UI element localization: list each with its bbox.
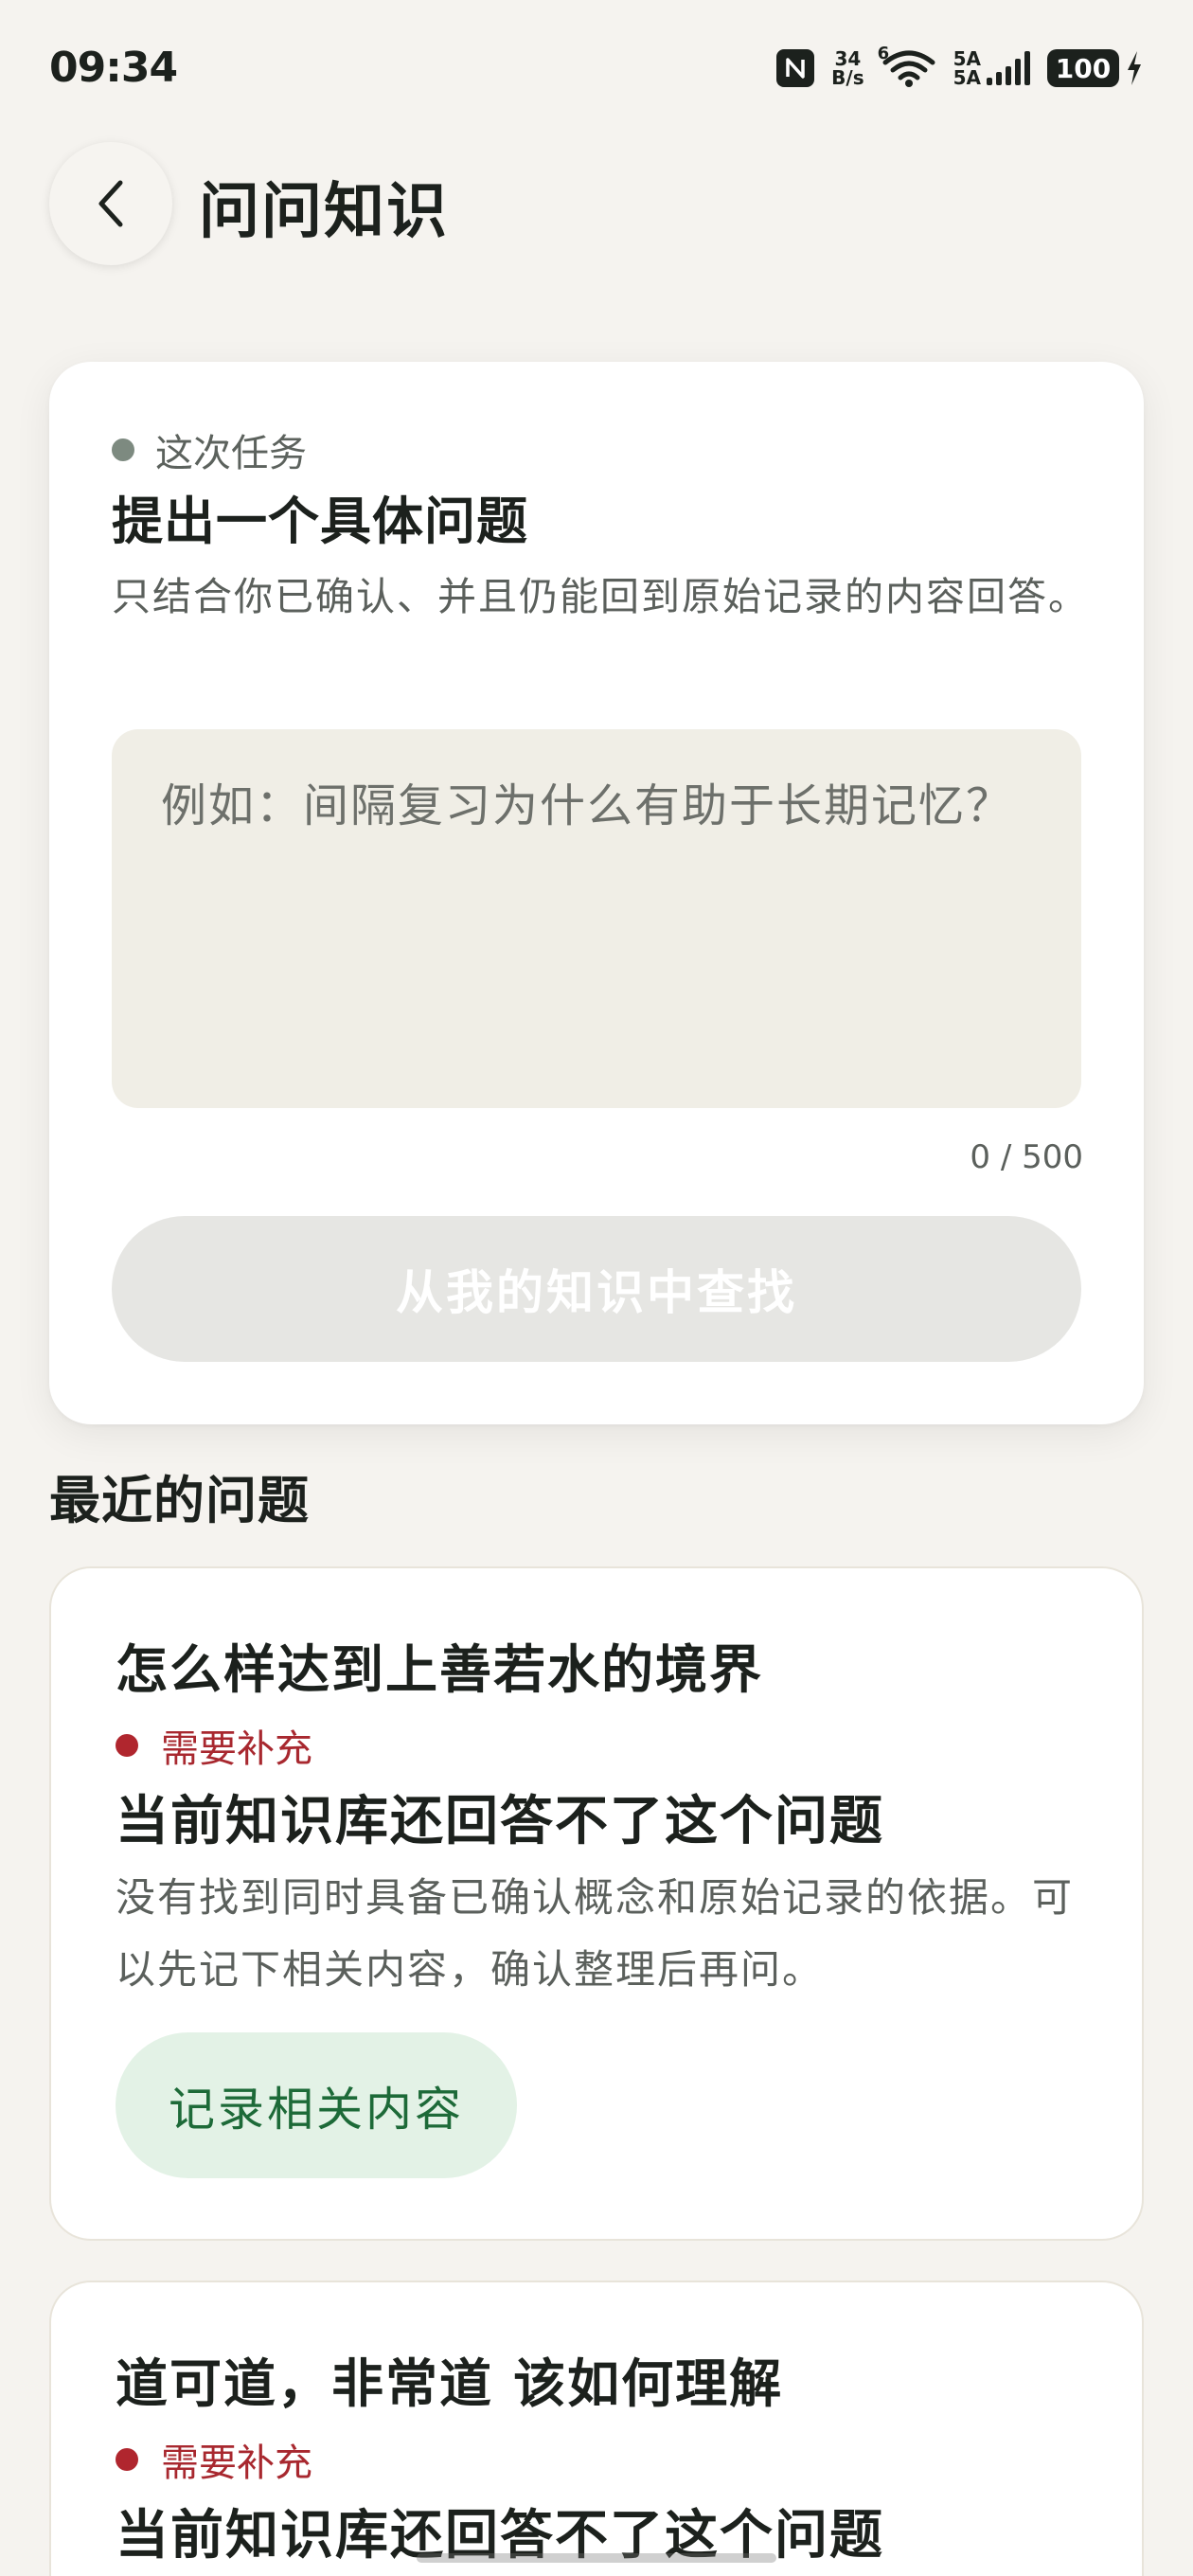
page-title: 问问知识 (199, 177, 449, 247)
wifi-label: 6 (877, 44, 890, 63)
page: 09:34 34 B/s 6 5A 5A 100 问问知识 这次任务 提出一个具… (0, 0, 1193, 2576)
ask-title: 提出一个具体问题 (112, 492, 528, 551)
status-dot-icon (116, 1734, 138, 1757)
sim1-label: 5A (953, 47, 981, 70)
question-input[interactable] (112, 729, 1081, 1108)
status-description: 没有找到同时具备已确认概念和原始记录的依据。可以先记下相关内容，确认整理后再问。 (116, 1874, 1075, 1993)
signal-strength: 5A 5A (953, 49, 1030, 87)
status-badge: 需要补充 (116, 2432, 312, 2487)
search-knowledge-button[interactable]: 从我的知识中查找 (112, 1216, 1081, 1362)
chevron-left-icon (98, 180, 123, 227)
record-related-content-button[interactable]: 记录相关内容 (116, 2032, 518, 2178)
signal-bars-icon (987, 51, 1030, 85)
status-badge: 需要补充 (116, 1718, 312, 1773)
network-speed-value: 34 (834, 47, 862, 70)
status-title: 当前知识库还回答不了这个问题 (116, 1791, 884, 1852)
back-button[interactable] (49, 142, 172, 265)
status-dot-icon (116, 2448, 138, 2471)
network-speed-unit: B/s (831, 66, 864, 89)
sim2-label: 5A (953, 66, 981, 89)
charging-icon (1128, 51, 1141, 85)
task-dot-icon (112, 438, 134, 461)
recent-question-card[interactable]: 怎么样达到上善若水的境界 需要补充 当前知识库还回答不了这个问题 没有找到同时具… (49, 1566, 1144, 2241)
status-label: 需要补充 (161, 1727, 312, 1771)
sim-labels: 5A 5A (953, 49, 981, 87)
status-icons: 34 B/s 6 5A 5A 100 (776, 44, 1144, 89)
task-tag: 这次任务 (112, 422, 307, 477)
ask-card: 这次任务 提出一个具体问题 只结合你已确认、并且仍能回到原始记录的内容回答。 0… (49, 362, 1144, 1424)
task-tag-label: 这次任务 (155, 432, 307, 475)
recent-question-card[interactable]: 道可道，非常道 该如何理解 需要补充 当前知识库还回答不了这个问题 (49, 2281, 1144, 2576)
nfc-icon (776, 49, 815, 87)
char-count: 0 / 500 (970, 1138, 1083, 1176)
recent-questions-title: 最近的问题 (49, 1471, 310, 1530)
status-bar: 09:34 34 B/s 6 5A 5A 100 (0, 0, 1193, 133)
status-label: 需要补充 (161, 2442, 312, 2485)
question-text: 怎么样达到上善若水的境界 (116, 1639, 764, 1700)
battery-level: 100 (1047, 49, 1119, 87)
ask-description: 只结合你已确认、并且仍能回到原始记录的内容回答。 (112, 574, 1089, 619)
question-text: 道可道，非常道 该如何理解 (116, 2353, 784, 2414)
network-speed: 34 B/s (831, 49, 864, 87)
battery: 100 (1047, 49, 1144, 87)
home-indicator[interactable] (417, 2553, 776, 2563)
wifi-icon: 6 (878, 44, 936, 87)
status-time: 09:34 (49, 44, 178, 92)
